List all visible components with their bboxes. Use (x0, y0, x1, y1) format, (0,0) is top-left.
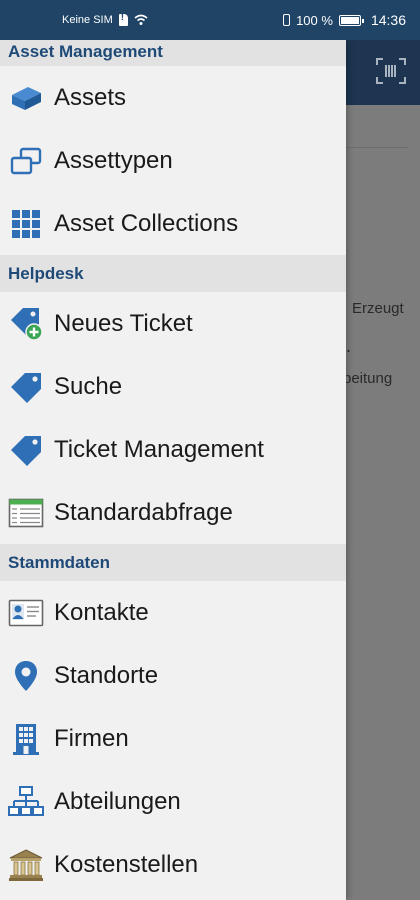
barcode-scan-icon[interactable] (376, 58, 406, 84)
background-text: . (346, 336, 352, 356)
stacked-windows-icon (8, 143, 44, 179)
battery-percent: 100 % (296, 12, 333, 28)
drawer-item-standorte[interactable]: Standorte (0, 644, 346, 707)
drawer-item-label: Asset Collections (54, 209, 239, 237)
bank-icon (8, 847, 44, 883)
tag-icon (8, 369, 44, 405)
drawer-item-label: Assettypen (54, 146, 173, 174)
drawer-item-kontakte[interactable]: Kontakte (0, 581, 346, 644)
status-bar: Keine SIM 100 % 14:36 (0, 0, 420, 40)
carrier-text: Keine SIM (62, 14, 113, 26)
drawer-item-asset-collections[interactable]: Asset Collections (0, 192, 346, 255)
background-text: rbeitung (338, 370, 393, 387)
drawer-item-suche[interactable]: Suche (0, 355, 346, 418)
location-pin-icon (8, 658, 44, 694)
drawer-item-assets[interactable]: Assets (0, 66, 346, 129)
sim-warning-icon (118, 12, 128, 26)
divider (346, 147, 408, 148)
section-header-stammdaten: Stammdaten (0, 544, 346, 581)
drawer-item-ticket-management[interactable]: Ticket Management (0, 418, 346, 481)
section-header-asset-management: Asset Management (0, 40, 346, 66)
background-text: Erzeugt (352, 300, 404, 317)
grid-icon (8, 206, 44, 242)
contact-card-icon (8, 595, 44, 631)
drawer-item-label: Standorte (54, 661, 159, 689)
drawer-item-label: Suche (54, 372, 123, 400)
drawer-item-label: Kontakte (54, 598, 149, 626)
drawer-item-standardabfrage[interactable]: Standardabfrage (0, 481, 346, 544)
drawer-item-label: Assets (54, 83, 127, 111)
drawer-item-neues-ticket[interactable]: Neues Ticket (0, 292, 346, 355)
tag-icon (8, 432, 44, 468)
building-icon (8, 721, 44, 757)
drawer-item-label: Ticket Management (54, 435, 264, 463)
tag-plus-icon (8, 306, 44, 342)
drawer-item-label: Standardabfrage (54, 498, 233, 526)
drawer-item-label: Kostenstellen (54, 850, 199, 878)
table-icon (8, 495, 44, 531)
drawer-item-firmen[interactable]: Firmen (0, 707, 346, 770)
drawer-item-abteilungen[interactable]: Abteilungen (0, 770, 346, 833)
org-chart-icon (8, 784, 44, 820)
battery-icon (338, 14, 364, 26)
drawer-item-kostenstellen[interactable]: Kostenstellen (0, 833, 346, 896)
drawer-item-assettypen[interactable]: Assettypen (0, 129, 346, 192)
clock: 14:36 (370, 12, 406, 28)
cube-icon (8, 80, 44, 116)
vibrate-icon (283, 14, 291, 26)
drawer-item-label: Firmen (54, 724, 129, 752)
drawer-item-label: Abteilungen (54, 787, 181, 815)
navigation-drawer: Asset Management Assets Assettypen Asset… (0, 40, 346, 900)
section-header-helpdesk: Helpdesk (0, 255, 346, 292)
wifi-icon (134, 14, 148, 26)
drawer-item-label: Neues Ticket (54, 309, 193, 337)
